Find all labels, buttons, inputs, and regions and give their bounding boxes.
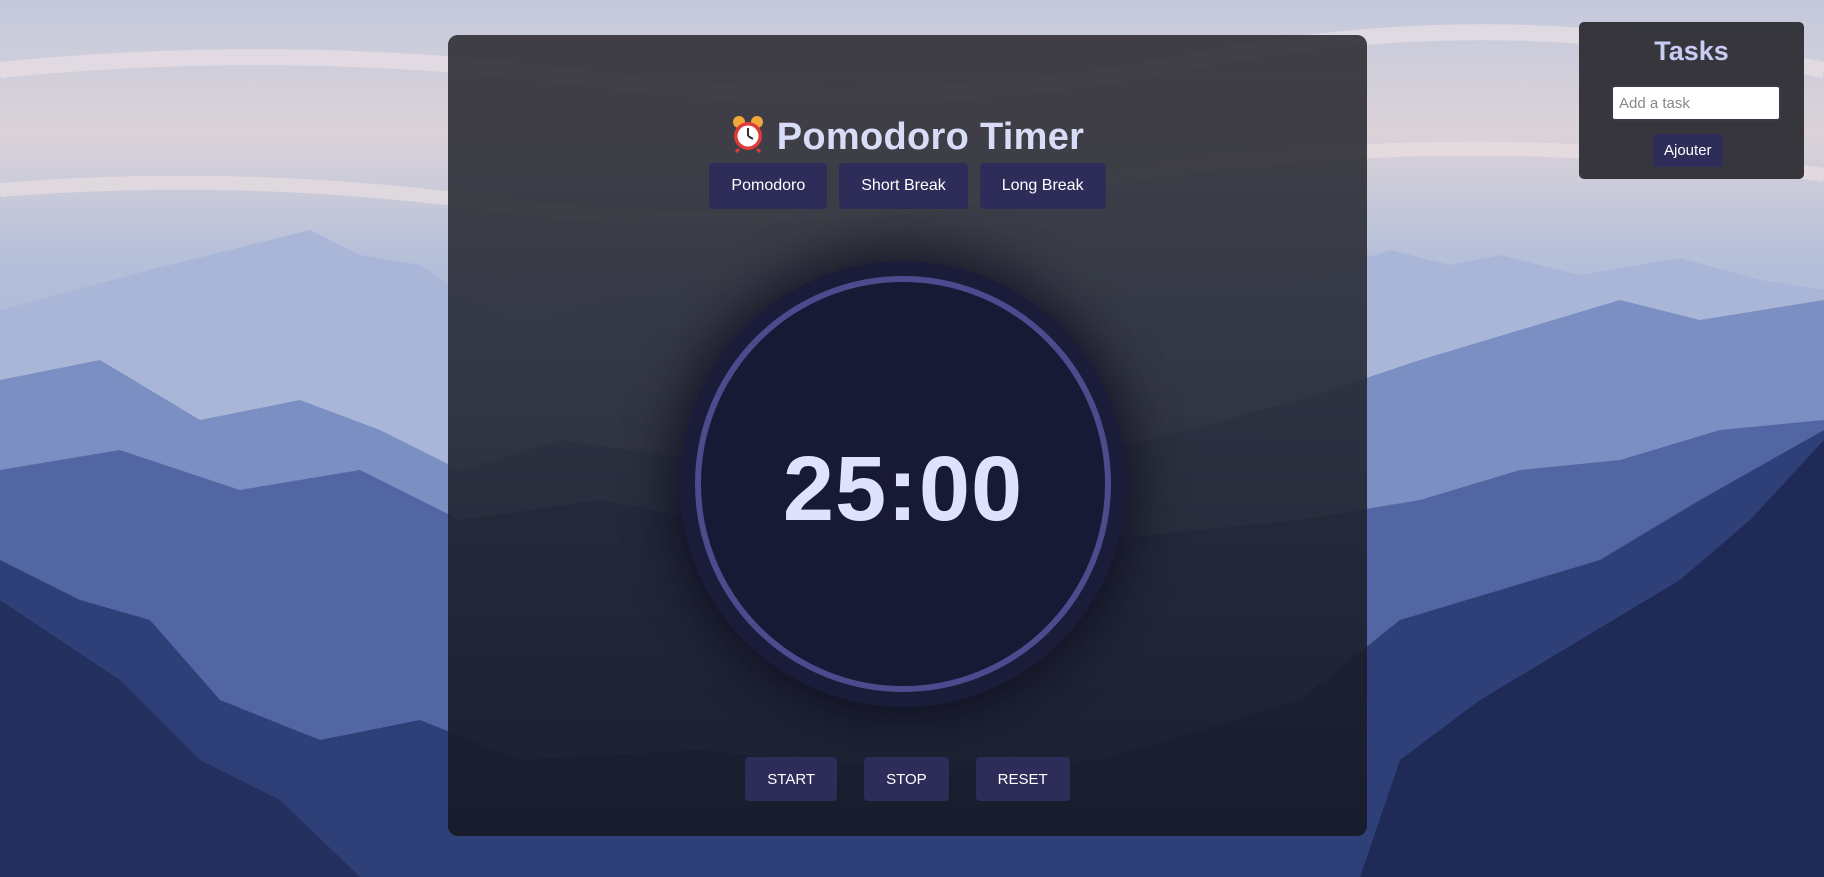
tab-pomodoro[interactable]: Pomodoro	[709, 163, 828, 209]
page-title: Pomodoro Timer	[448, 115, 1367, 159]
reset-button[interactable]: RESET	[975, 757, 1070, 801]
title-text: Pomodoro Timer	[776, 116, 1085, 158]
task-input[interactable]	[1611, 85, 1781, 121]
timer-panel: Pomodoro Timer Pomodoro Short Break Long…	[448, 35, 1367, 836]
tasks-title: Tasks	[1654, 36, 1729, 66]
mode-tabs: Pomodoro Short Break Long Break	[448, 163, 1367, 209]
alarm-clock-icon	[731, 115, 765, 154]
timer-ring: 25:00	[695, 276, 1111, 692]
timer-controls: START STOP RESET	[448, 757, 1367, 801]
tab-short-break[interactable]: Short Break	[839, 163, 968, 209]
add-task-button[interactable]: Ajouter	[1653, 134, 1723, 167]
start-button[interactable]: START	[745, 757, 838, 801]
tab-long-break[interactable]: Long Break	[979, 163, 1106, 209]
tasks-panel: Tasks Ajouter	[1579, 22, 1804, 179]
stop-button[interactable]: STOP	[864, 757, 949, 801]
timer-dial: 25:00	[680, 261, 1126, 707]
timer-display: 25:00	[782, 438, 1024, 540]
